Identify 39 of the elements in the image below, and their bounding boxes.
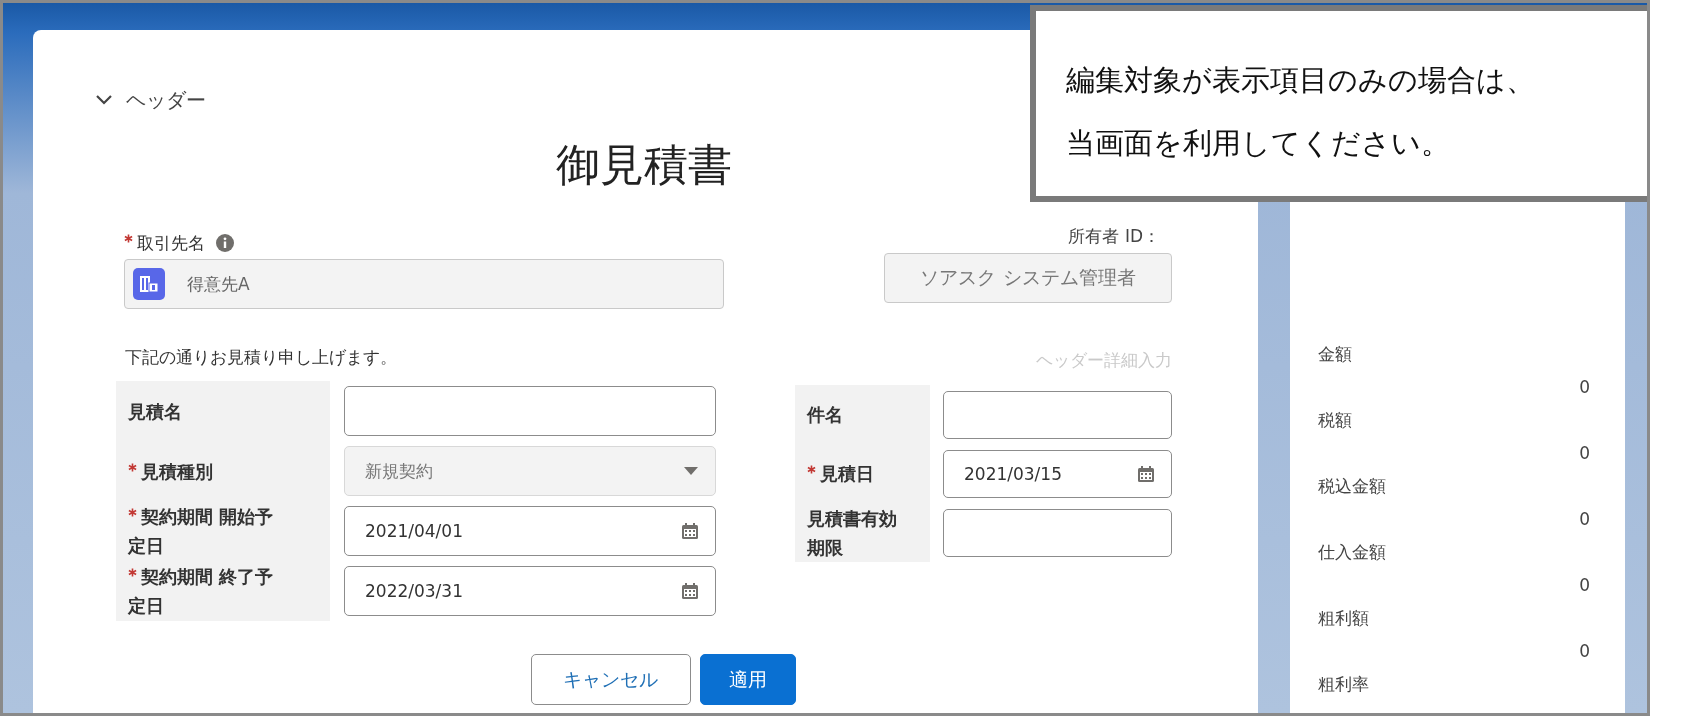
- label-cell: 契約期間 開始予定日: [116, 501, 330, 561]
- summary-label: 税込金額: [1318, 475, 1386, 498]
- label-cell: 見積名: [116, 381, 330, 441]
- info-icon: [215, 233, 235, 253]
- date-field[interactable]: 2021/04/01: [344, 506, 716, 556]
- label-cell: 見積書有効期限: [795, 503, 930, 562]
- callout-text: 編集対象が表示項目のみの場合は、: [1066, 62, 1535, 99]
- summary-value: 0: [1579, 508, 1590, 531]
- calendar-icon: [681, 582, 699, 600]
- summary-value: 0: [1579, 376, 1590, 399]
- summary-label: 粗利率: [1318, 673, 1369, 696]
- summary-value: 0: [1579, 574, 1590, 597]
- summary-label: 金額: [1318, 343, 1352, 366]
- input-field[interactable]: [344, 386, 716, 436]
- input-field[interactable]: [943, 508, 1172, 557]
- label-cell: 見積種別: [116, 441, 330, 501]
- label-cell: 見積日: [795, 444, 930, 503]
- field-label: 取引先名: [124, 231, 205, 255]
- input-field[interactable]: [943, 390, 1172, 439]
- summary-label: 仕入金額: [1318, 541, 1386, 564]
- intro-text: 下記の通りお見積り申し上げます。: [125, 346, 398, 369]
- apply-button[interactable]: 適用: [699, 654, 796, 705]
- document-title: 御見積書: [556, 139, 732, 190]
- label-cell: 契約期間 終了予定日: [116, 561, 330, 621]
- label-cell: 件名: [795, 385, 930, 444]
- summary-label: 税額: [1318, 409, 1352, 432]
- field-label: 所有者 ID：: [1068, 225, 1160, 247]
- date-field[interactable]: 2021/03/15: [943, 449, 1172, 498]
- date-field[interactable]: 2022/03/31: [344, 566, 716, 616]
- building-icon: [133, 268, 165, 300]
- callout-text: 当画面を利用してください。: [1066, 125, 1450, 162]
- dropdown-icon: [683, 466, 699, 476]
- calendar-icon: [1137, 464, 1155, 483]
- summary-label: 粗利額: [1318, 607, 1369, 630]
- cancel-button[interactable]: キャンセル: [530, 654, 691, 705]
- calendar-icon: [681, 522, 699, 540]
- summary-value: 0: [1579, 442, 1590, 465]
- summary-value: 0: [1579, 640, 1590, 663]
- section-toggle[interactable]: ヘッダー: [94, 85, 206, 115]
